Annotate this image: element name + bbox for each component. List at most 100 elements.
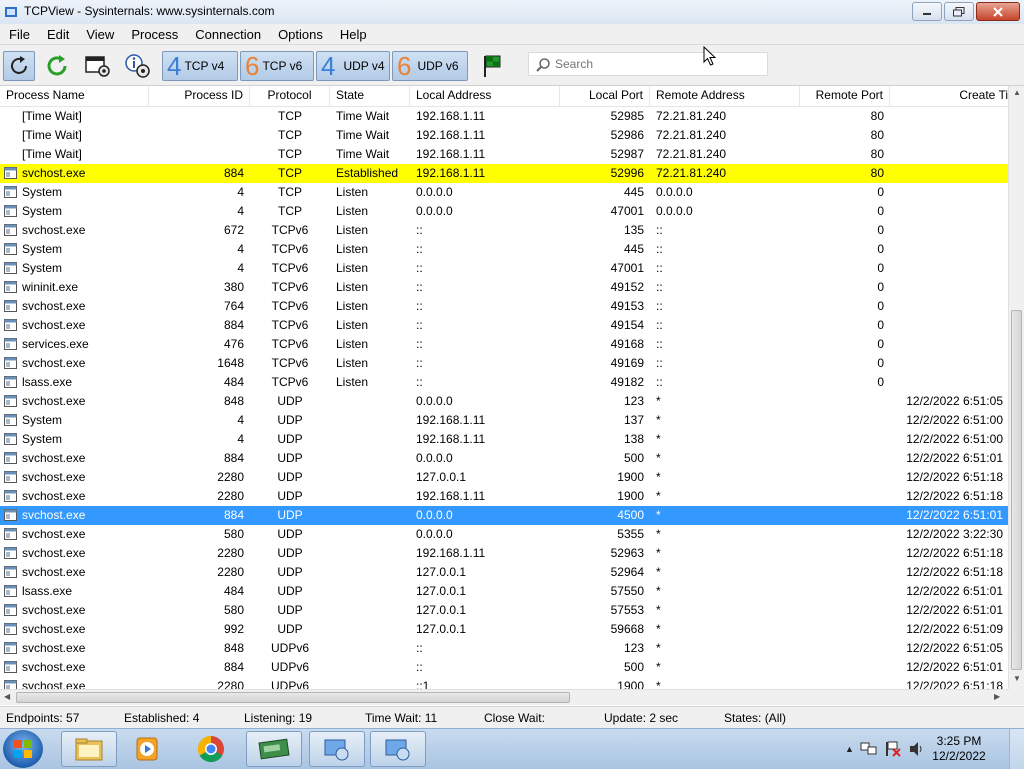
table-row[interactable]: svchost.exe 884 TCPv6 Listen:: 49154:: 0 [0, 316, 1008, 335]
taskbar-chrome[interactable] [183, 731, 239, 767]
cell-protocol: TCPv6 [271, 223, 309, 237]
table-row[interactable]: svchost.exe 580 UDP 127.0.0.1 57553 * 12/2/202… [0, 601, 1008, 620]
properties-button[interactable] [122, 51, 154, 81]
col-state[interactable]: State [330, 86, 410, 106]
table-row[interactable]: svchost.exe 580 UDP 0.0.0.0 5355 * 12/2/2022 3… [0, 525, 1008, 544]
menu-options[interactable]: Options [269, 24, 331, 44]
cell-remote-address: :: [656, 356, 663, 370]
filter-tcp-v6-button[interactable]: 6 TCP v6 [240, 51, 314, 81]
table-row[interactable]: svchost.exe 2280 UDPv6::1 1900 * 12/2/2022 6:… [0, 677, 1008, 689]
start-button[interactable] [3, 730, 43, 768]
col-process-id[interactable]: Process ID [149, 86, 250, 106]
scroll-down-icon[interactable]: ▼ [1013, 674, 1021, 683]
table-row[interactable]: svchost.exe 764 TCPv6 Listen:: 49153:: 0 [0, 297, 1008, 316]
taskbar-network-app[interactable] [246, 731, 302, 767]
table-row[interactable]: lsass.exe 484 UDP 127.0.0.1 57550 * 12/2/2022 … [0, 582, 1008, 601]
search-input[interactable] [555, 56, 755, 72]
cell-remote-address: * [656, 660, 661, 674]
table-row[interactable]: [Time Wait] TCP Time Wait 192.168.1.11 52985… [0, 107, 1008, 126]
cell-process-name: [Time Wait] [22, 147, 82, 161]
table-row[interactable]: System 4 UDP 192.168.1.11 137 * 12/2/2022 6:51… [0, 411, 1008, 430]
search-box[interactable] [528, 52, 768, 76]
table-row[interactable]: [Time Wait] TCP Time Wait 192.168.1.11 52986… [0, 126, 1008, 145]
table-row[interactable]: svchost.exe 2280 UDP 127.0.0.1 1900 * 12/2/202… [0, 468, 1008, 487]
table-row[interactable]: System 4 TCP Listen 0.0.0.0 47001 0.0.0.0 0 [0, 202, 1008, 221]
show-settings-button[interactable] [82, 51, 114, 81]
filter-tcp-v4-button[interactable]: 4 TCP v4 [162, 51, 238, 81]
table-row[interactable]: lsass.exe 484 TCPv6 Listen:: 49182:: 0 [0, 373, 1008, 392]
taskbar-tcpview-2[interactable] [370, 731, 426, 767]
media-player-icon [136, 737, 158, 761]
menu-connection[interactable]: Connection [186, 24, 269, 44]
horizontal-scrollbar[interactable]: ◀ ▶ [0, 689, 1008, 705]
cell-state: Established [336, 166, 399, 180]
table-row[interactable]: svchost.exe 884 UDPv6:: 500 * 12/2/2022 6:51:… [0, 658, 1008, 677]
vertical-scrollbar[interactable]: ▲ ▼ [1008, 86, 1024, 689]
table-row[interactable]: svchost.exe 992 UDP 127.0.0.1 59668 * 12/2/202… [0, 620, 1008, 639]
table-row[interactable]: svchost.exe 884 TCP Established 192.168.1.11… [0, 164, 1008, 183]
table-row[interactable]: svchost.exe 884 UDP 0.0.0.0 4500 * 12/2/2022 6… [0, 506, 1008, 525]
action-center-flag-icon[interactable] [884, 741, 902, 757]
table-row[interactable]: svchost.exe 848 UDPv6:: 123 * 12/2/2022 6:51:… [0, 639, 1008, 658]
refresh-button[interactable] [3, 51, 35, 81]
cell-process-name: System [22, 185, 63, 199]
table-row[interactable]: services.exe 476 TCPv6 Listen:: 49168:: 0 [0, 335, 1008, 354]
tcpview-app-icon [5, 7, 17, 17]
scroll-right-icon[interactable]: ▶ [994, 692, 1000, 701]
filter-udp-v6-button[interactable]: 6 UDP v6 [392, 51, 468, 81]
scroll-left-icon[interactable]: ◀ [4, 692, 10, 701]
close-button[interactable] [976, 2, 1020, 21]
table-row[interactable]: wininit.exe 380 TCPv6 Listen:: 49152:: 0 [0, 278, 1008, 297]
table-row[interactable]: System 4 TCPv6 Listen:: 445:: 0 [0, 240, 1008, 259]
whois-flag-button[interactable] [476, 51, 508, 81]
vertical-scroll-thumb[interactable] [1011, 310, 1022, 670]
col-remote-address[interactable]: Remote Address [650, 86, 800, 106]
table-row[interactable]: svchost.exe 672 TCPv6 Listen:: 135:: 0 [0, 221, 1008, 240]
volume-icon[interactable] [908, 741, 926, 757]
col-protocol[interactable]: Protocol [250, 86, 330, 106]
cell-create-time [890, 240, 1003, 259]
auto-refresh-button[interactable] [42, 51, 74, 81]
col-create-time[interactable]: Create Ti [890, 86, 1008, 106]
table-row[interactable]: svchost.exe 2280 UDP 127.0.0.1 52964 * 12/2/20… [0, 563, 1008, 582]
cell-protocol: TCPv6 [271, 375, 309, 389]
taskbar-tcpview-1[interactable] [309, 731, 365, 767]
taskbar-explorer[interactable] [61, 731, 117, 767]
taskbar-media-player[interactable] [120, 731, 176, 767]
col-remote-port[interactable]: Remote Port [800, 86, 890, 106]
col-local-address[interactable]: Local Address [410, 86, 560, 106]
cell-protocol: TCP [278, 147, 302, 161]
menu-file[interactable]: File [0, 24, 38, 44]
table-row[interactable]: [Time Wait] TCP Time Wait 192.168.1.11 52987… [0, 145, 1008, 164]
cell-remote-address: 72.21.81.240 [656, 147, 727, 161]
scroll-up-icon[interactable]: ▲ [1013, 88, 1021, 97]
horizontal-scroll-thumb[interactable] [16, 692, 570, 703]
process-icon [4, 167, 17, 179]
cell-process-id: 884 [223, 660, 244, 674]
cell-remote-address: 72.21.81.240 [656, 109, 727, 123]
show-hidden-icons[interactable]: ▲ [845, 744, 854, 754]
menu-edit[interactable]: Edit [38, 24, 77, 44]
table-row[interactable]: svchost.exe 884 UDP 0.0.0.0 500 * 12/2/2022 6:… [0, 449, 1008, 468]
col-process-name[interactable]: Process Name [0, 86, 149, 106]
table-row[interactable]: System 4 UDP 192.168.1.11 138 * 12/2/2022 6:51… [0, 430, 1008, 449]
cell-process-name: [Time Wait] [22, 128, 82, 142]
menu-process[interactable]: Process [122, 24, 186, 44]
table-row[interactable]: System 4 TCP Listen 0.0.0.0 445 0.0.0.0 0 [0, 183, 1008, 202]
table-row[interactable]: svchost.exe 848 UDP 0.0.0.0 123 * 12/2/2022 6:… [0, 392, 1008, 411]
col-local-port[interactable]: Local Port [560, 86, 650, 106]
menu-view[interactable]: View [77, 24, 122, 44]
status-close-wait: Close Wait: [484, 711, 545, 725]
maximize-button[interactable] [944, 2, 974, 21]
cell-state [336, 620, 410, 639]
minimize-button[interactable] [912, 2, 942, 21]
menu-help[interactable]: Help [331, 24, 375, 44]
show-desktop-button[interactable] [1009, 729, 1024, 769]
table-row[interactable]: svchost.exe 2280 UDP 192.168.1.11 1900 * 12/2/… [0, 487, 1008, 506]
network-tray-icon[interactable] [860, 741, 878, 757]
table-row[interactable]: svchost.exe 1648 TCPv6 Listen:: 49169:: 0 [0, 354, 1008, 373]
table-row[interactable]: System 4 TCPv6 Listen:: 47001:: 0 [0, 259, 1008, 278]
filter-udp-v4-button[interactable]: 4 UDP v4 [316, 51, 390, 81]
taskbar-clock[interactable]: 3:25 PM 12/2/2022 [932, 734, 986, 764]
table-row[interactable]: svchost.exe 2280 UDP 192.168.1.11 52963 * 12/2… [0, 544, 1008, 563]
